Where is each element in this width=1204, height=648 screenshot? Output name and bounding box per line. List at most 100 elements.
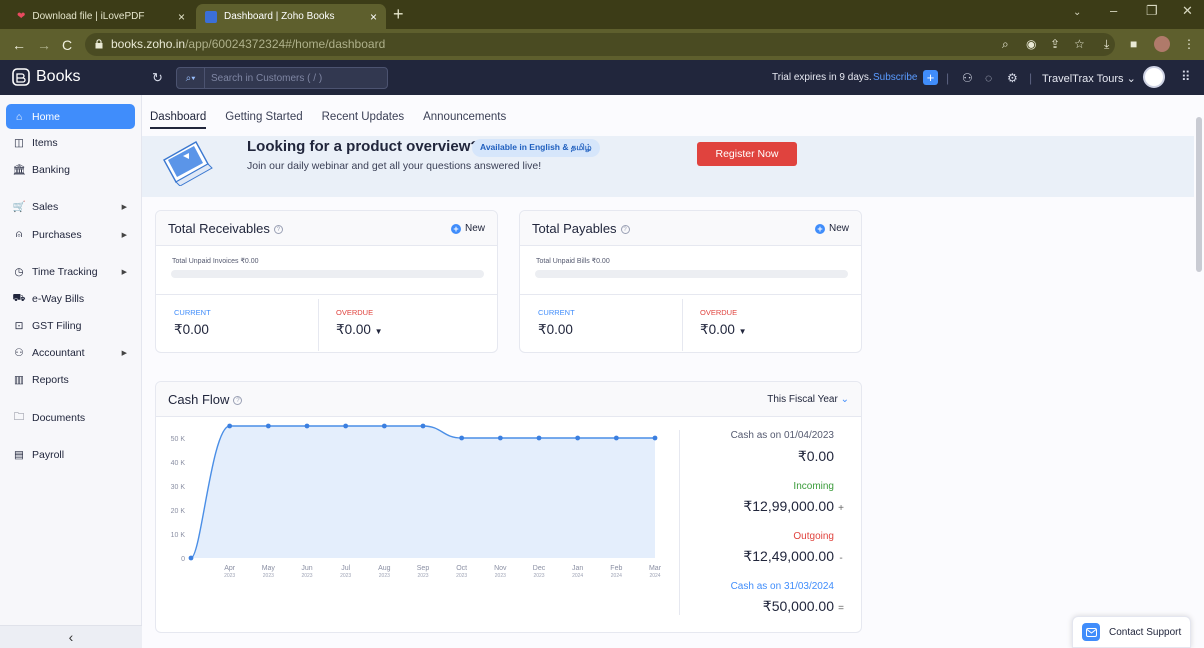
sidebar-item-label: GST Filing	[32, 319, 82, 332]
data-point	[227, 423, 233, 429]
help-icon[interactable]: ?	[620, 225, 630, 235]
sidebar-item-payroll[interactable]: ▤ Payroll	[6, 442, 135, 467]
x-tick-label: Mar	[649, 565, 662, 572]
sidepanel-icon[interactable]: ■	[1130, 37, 1137, 51]
user-avatar[interactable]	[1143, 66, 1165, 88]
profile-avatar[interactable]	[1154, 36, 1170, 52]
help-icon[interactable]: ?	[273, 225, 283, 235]
close-icon[interactable]: ×	[370, 10, 377, 24]
opening-balance-label: Cash as on 01/04/2023	[730, 430, 834, 441]
language-badge: Available in English & தமிழ்	[472, 139, 600, 157]
x-tick-label: Aug	[378, 565, 391, 572]
tab-getting-started[interactable]: Getting Started	[225, 111, 302, 129]
current-amount[interactable]: ₹0.00	[174, 322, 209, 338]
sidebar-item-label: Items	[32, 136, 58, 149]
cashflow-area	[191, 426, 655, 558]
y-tick-label: 20 K	[171, 508, 186, 515]
card-title: Total Receivables?	[168, 221, 283, 236]
minus-operator: -	[839, 553, 843, 564]
sidebar-item-label: Purchases	[32, 228, 82, 241]
url-bar[interactable]: books.zoho.in/app/60024372324#/home/dash…	[85, 33, 1115, 56]
sidebar-item-documents[interactable]: 🗀 Documents	[6, 405, 135, 430]
sidebar-item-label: e-Way Bills	[32, 292, 85, 305]
incoming-label: Incoming	[793, 481, 834, 492]
new-tab-icon[interactable]: +	[393, 4, 404, 25]
kebab-menu-icon[interactable]: ⋮	[1183, 37, 1195, 51]
refresh-icon[interactable]: ↻	[152, 70, 163, 86]
sidebar-item-home[interactable]: ⌂ Home	[6, 104, 135, 129]
org-switcher[interactable]: TravelTrax Tours ⌄	[1042, 72, 1136, 85]
overdue-amount[interactable]: ₹0.00 ▼	[336, 322, 383, 338]
eye-off-icon[interactable]: ◉	[1026, 37, 1036, 51]
sidebar-item-sales[interactable]: 🛒 Sales ▶	[6, 194, 135, 219]
data-point	[304, 423, 310, 429]
register-now-button[interactable]: Register Now	[697, 142, 797, 166]
overdue-label: OVERDUE	[336, 308, 374, 317]
brand-logo[interactable]: Books	[12, 68, 80, 86]
card-title-text: Cash Flow	[168, 392, 230, 407]
help-icon[interactable]: ?	[233, 396, 243, 406]
contact-support-button[interactable]: Contact Support	[1072, 616, 1191, 648]
back-icon[interactable]: ←	[12, 37, 26, 53]
tab-dashboard[interactable]: Dashboard	[150, 111, 207, 129]
data-point	[536, 435, 542, 441]
new-invoice-button[interactable]: + New	[450, 223, 485, 234]
sidebar-item-banking[interactable]: 🏛 Banking	[6, 157, 135, 182]
data-point	[381, 423, 387, 429]
sidebar-item-label: Accountant	[32, 346, 85, 359]
share-icon[interactable]: ⇪	[1050, 37, 1060, 51]
tab-recent-updates[interactable]: Recent Updates	[322, 111, 404, 129]
caret-down-icon[interactable]: ▼	[739, 327, 747, 336]
y-tick-label: 40 K	[171, 460, 186, 467]
sidebar-item-accountant[interactable]: ⚇ Accountant ▶	[6, 340, 135, 365]
page-scrollbar[interactable]	[1196, 117, 1202, 272]
sidebar-item-gst-filing[interactable]: ⊡ GST Filing	[6, 313, 135, 338]
y-tick-label: 50 K	[171, 436, 186, 443]
browser-tab-ilovepdf[interactable]: ❤ Download file | iLovePDF ×	[8, 4, 194, 29]
app-topbar: Books ↻ ⌕▾ Trial expires in 9 days. Subs…	[0, 60, 1204, 95]
sidebar-item-items[interactable]: ◫ Items	[6, 130, 135, 155]
apps-grid-icon[interactable]: ⠿	[1181, 69, 1191, 85]
sidebar-item-reports[interactable]: ▥ Reports	[6, 367, 135, 392]
card-title: Total Payables?	[532, 221, 630, 236]
y-tick-label: 0	[181, 556, 185, 563]
sidebar-item-time-tracking[interactable]: ◷ Time Tracking ▶	[6, 259, 135, 284]
current-amount[interactable]: ₹0.00	[538, 322, 573, 338]
sidebar-collapse-button[interactable]: ‹	[0, 625, 142, 648]
zoom-icon[interactable]: ⌕	[1002, 37, 1009, 52]
search-box[interactable]: ⌕▾	[176, 67, 388, 89]
caret-down-icon[interactable]: ▼	[375, 327, 383, 336]
search-input[interactable]	[205, 72, 375, 84]
chevron-down-icon[interactable]: ⌄	[1073, 7, 1081, 18]
new-label: New	[464, 223, 485, 234]
x-tick-label: Apr	[224, 565, 236, 572]
refer-icon[interactable]: ⚇	[962, 71, 973, 85]
minimize-icon[interactable]: –	[1110, 3, 1117, 18]
search-icon[interactable]: ⌕▾	[177, 68, 205, 88]
divider	[682, 299, 683, 351]
window-close-icon[interactable]: ✕	[1182, 3, 1193, 19]
closing-amount: ₹50,000.00	[762, 598, 834, 614]
tab-announcements[interactable]: Announcements	[423, 111, 506, 129]
y-tick-label: 30 K	[171, 484, 186, 491]
x-tick-year: 2023	[263, 573, 274, 579]
browser-tab-zoho[interactable]: Dashboard | Zoho Books ×	[196, 4, 386, 29]
bell-icon[interactable]: ◌	[985, 71, 992, 85]
forward-icon[interactable]: →	[37, 37, 51, 53]
restore-icon[interactable]: ❐	[1146, 3, 1158, 19]
download-icon[interactable]: ⤓	[1104, 37, 1109, 52]
overdue-amount[interactable]: ₹0.00 ▼	[700, 322, 747, 338]
closing-balance-label: Cash as on 31/03/2024	[730, 581, 834, 592]
new-bill-button[interactable]: + New	[814, 223, 849, 234]
sidebar-item-eway-bills[interactable]: ⛟ e-Way Bills	[6, 286, 135, 311]
star-icon[interactable]: ☆	[1074, 37, 1085, 51]
quick-create-button[interactable]: +	[923, 70, 938, 85]
subscribe-link[interactable]: Subscribe	[873, 72, 917, 83]
sidebar-item-purchases[interactable]: ⍝ Purchases ▶	[6, 222, 135, 247]
close-icon[interactable]: ×	[178, 10, 185, 24]
gear-icon[interactable]: ⚙	[1007, 71, 1018, 85]
home-icon: ⌂	[15, 110, 23, 123]
cashflow-summary: Cash as on 01/04/2023 ₹0.00 Incoming ₹12…	[682, 430, 844, 630]
period-dropdown[interactable]: This Fiscal Year ⌄	[767, 394, 849, 405]
reload-icon[interactable]: C	[62, 37, 72, 53]
